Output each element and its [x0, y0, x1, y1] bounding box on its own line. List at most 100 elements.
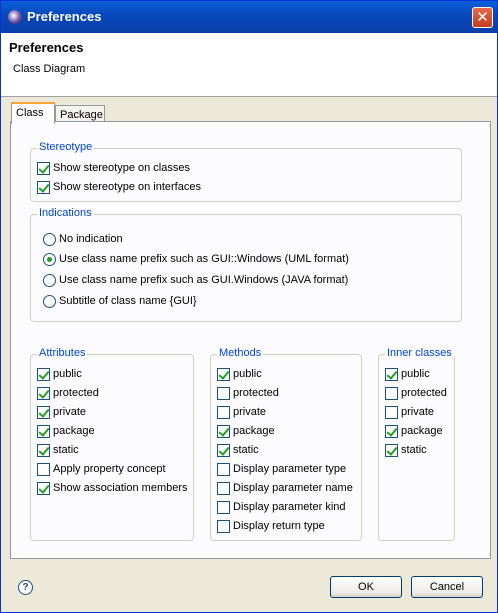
- checkbox-label: private: [401, 406, 435, 418]
- radio-icon[interactable]: [43, 252, 56, 266]
- checkbox-icon[interactable]: [37, 367, 50, 381]
- radio-icon[interactable]: [43, 273, 56, 287]
- checkbox-icon[interactable]: [217, 519, 230, 533]
- checkbox-icon[interactable]: [385, 424, 398, 438]
- inner-public-checkbox[interactable]: public: [385, 366, 430, 382]
- attr-static-checkbox[interactable]: static: [37, 442, 79, 458]
- checkbox-label: private: [53, 406, 87, 418]
- show-stereotype-interfaces-checkbox[interactable]: Show stereotype on interfaces: [37, 179, 201, 195]
- checkbox-icon[interactable]: [217, 500, 230, 514]
- checkbox-label: protected: [53, 387, 99, 399]
- checkbox-label: Display parameter kind: [233, 501, 346, 513]
- checkbox-icon[interactable]: [385, 367, 398, 381]
- checkbox-label: public: [401, 368, 430, 380]
- class-tab-panel: Stereotype Show stereotype on classes Sh…: [10, 121, 491, 559]
- checkbox-icon[interactable]: [217, 367, 230, 381]
- checkbox-label: public: [53, 368, 82, 380]
- checkbox-icon[interactable]: [37, 405, 50, 419]
- checkbox-icon[interactable]: [37, 462, 50, 476]
- checkbox-icon[interactable]: [37, 443, 50, 457]
- tab-class[interactable]: Class: [11, 102, 55, 124]
- attributes-legend: Attributes: [37, 347, 88, 359]
- checkbox-icon[interactable]: [37, 481, 50, 495]
- checkbox-label: Apply property concept: [53, 463, 166, 475]
- checkbox-icon[interactable]: [217, 386, 230, 400]
- method-param-type-checkbox[interactable]: Display parameter type: [217, 461, 346, 477]
- header-subtitle: Class Diagram: [13, 63, 86, 75]
- inner-private-checkbox[interactable]: private: [385, 404, 434, 420]
- dialog-header: Preferences Class Diagram: [1, 33, 497, 97]
- radio-java-format[interactable]: Use class name prefix such as GUI.Window…: [43, 272, 348, 288]
- radio-no-indication[interactable]: No indication: [43, 231, 123, 247]
- checkbox-icon[interactable]: [37, 161, 50, 175]
- preferences-window: Preferences ✕ Preferences Class Diagram …: [0, 0, 498, 613]
- method-package-checkbox[interactable]: package: [217, 423, 275, 439]
- checkbox-icon[interactable]: [385, 405, 398, 419]
- method-static-checkbox[interactable]: static: [217, 442, 259, 458]
- inner-protected-checkbox[interactable]: protected: [385, 385, 447, 401]
- checkbox-icon[interactable]: [37, 424, 50, 438]
- checkbox-label: Display parameter name: [233, 482, 353, 494]
- inner-static-checkbox[interactable]: static: [385, 442, 427, 458]
- attr-private-checkbox[interactable]: private: [37, 404, 86, 420]
- radio-uml-format[interactable]: Use class name prefix such as GUI::Windo…: [43, 251, 349, 267]
- close-button[interactable]: ✕: [472, 7, 493, 28]
- radio-label: No indication: [59, 233, 123, 245]
- eclipse-icon: [8, 10, 22, 24]
- methods-legend: Methods: [217, 347, 264, 359]
- method-public-checkbox[interactable]: public: [217, 366, 262, 382]
- checkbox-label: Display parameter type: [233, 463, 347, 475]
- indications-group: Indications No indication Use class name…: [30, 207, 462, 322]
- checkbox-label: Show stereotype on interfaces: [53, 181, 201, 193]
- attr-property-concept-checkbox[interactable]: Apply property concept: [37, 461, 166, 477]
- checkbox-label: static: [401, 444, 427, 456]
- checkbox-icon[interactable]: [385, 443, 398, 457]
- radio-subtitle[interactable]: Subtitle of class name {GUI}: [43, 293, 197, 309]
- checkbox-icon[interactable]: [217, 462, 230, 476]
- method-protected-checkbox[interactable]: protected: [217, 385, 279, 401]
- attr-package-checkbox[interactable]: package: [37, 423, 95, 439]
- checkbox-label: public: [233, 368, 262, 380]
- checkbox-icon[interactable]: [217, 424, 230, 438]
- header-title: Preferences: [9, 40, 84, 55]
- radio-icon[interactable]: [43, 232, 56, 246]
- checkbox-label: Display return type: [233, 520, 325, 532]
- attributes-group: Attributes public protected private pack…: [30, 347, 194, 541]
- help-icon[interactable]: ?: [18, 580, 33, 595]
- checkbox-label: protected: [233, 387, 279, 399]
- inner-classes-legend: Inner classes: [385, 347, 454, 359]
- checkbox-icon[interactable]: [37, 180, 50, 194]
- inner-package-checkbox[interactable]: package: [385, 423, 443, 439]
- checkbox-icon[interactable]: [385, 386, 398, 400]
- checkbox-label: package: [53, 425, 95, 437]
- methods-group: Methods public protected private package…: [210, 347, 362, 541]
- checkbox-icon[interactable]: [37, 386, 50, 400]
- inner-classes-group: Inner classes public protected private p…: [378, 347, 455, 541]
- attr-protected-checkbox[interactable]: protected: [37, 385, 99, 401]
- attr-association-members-checkbox[interactable]: Show association members: [37, 480, 188, 496]
- checkbox-label: private: [233, 406, 267, 418]
- checkbox-label: Show association members: [53, 482, 188, 494]
- cancel-button[interactable]: Cancel: [411, 576, 483, 598]
- method-param-name-checkbox[interactable]: Display parameter name: [217, 480, 353, 496]
- ok-button[interactable]: OK: [330, 576, 402, 598]
- radio-label: Use class name prefix such as GUI::Windo…: [59, 253, 349, 265]
- show-stereotype-classes-checkbox[interactable]: Show stereotype on classes: [37, 160, 190, 176]
- method-param-kind-checkbox[interactable]: Display parameter kind: [217, 499, 346, 515]
- checkbox-label: package: [233, 425, 275, 437]
- stereotype-legend: Stereotype: [37, 141, 95, 153]
- checkbox-label: static: [233, 444, 259, 456]
- checkbox-icon[interactable]: [217, 443, 230, 457]
- checkbox-label: protected: [401, 387, 447, 399]
- title-bar: Preferences ✕: [1, 1, 497, 33]
- checkbox-icon[interactable]: [217, 405, 230, 419]
- method-return-type-checkbox[interactable]: Display return type: [217, 518, 325, 534]
- checkbox-label: package: [401, 425, 443, 437]
- method-private-checkbox[interactable]: private: [217, 404, 266, 420]
- attr-public-checkbox[interactable]: public: [37, 366, 82, 382]
- window-title: Preferences: [27, 9, 102, 24]
- checkbox-icon[interactable]: [217, 481, 230, 495]
- indications-legend: Indications: [37, 207, 94, 219]
- radio-icon[interactable]: [43, 294, 56, 308]
- radio-label: Use class name prefix such as GUI.Window…: [59, 274, 349, 286]
